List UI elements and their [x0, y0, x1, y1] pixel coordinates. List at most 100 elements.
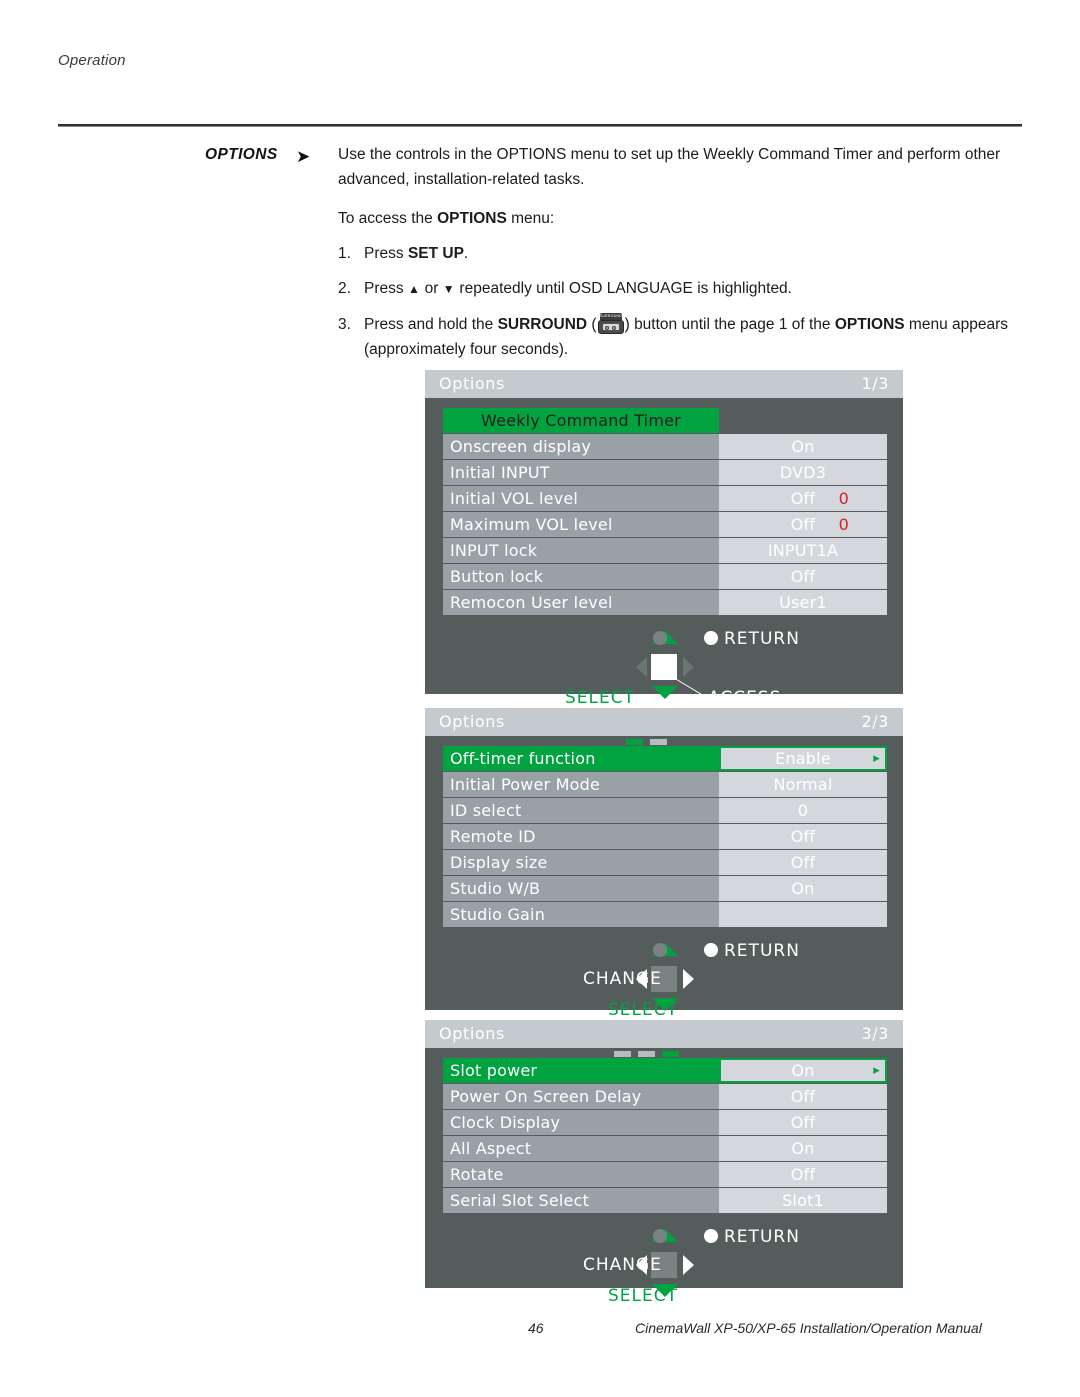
- row-value: INPUT1A: [719, 538, 887, 563]
- table-row[interactable]: Onscreen display On: [443, 434, 887, 459]
- nav-dot-gray-icon: [653, 631, 667, 645]
- table-row[interactable]: Initial VOL level Off 0: [443, 486, 887, 511]
- row-label: Off-timer function: [443, 746, 719, 771]
- osd-panel-options-page-1[interactable]: Options 1/3 Weekly Command Timer Onscree…: [425, 370, 903, 708]
- surround-button-icon: SURROUND: [597, 313, 624, 334]
- running-head: Operation: [58, 52, 126, 69]
- osd-title-2: Options: [439, 712, 505, 731]
- dpad-center-square-icon[interactable]: [651, 654, 677, 680]
- step-2-pre: Press: [364, 280, 408, 297]
- surround-button-dot-left: [604, 325, 609, 330]
- row-value: Slot1: [719, 1188, 887, 1213]
- row-label: All Aspect: [443, 1136, 719, 1161]
- chevron-right-icon: ▸: [873, 1063, 880, 1078]
- up-arrow-icon: ▲: [407, 282, 421, 296]
- row-value[interactable]: On ▸: [719, 1058, 887, 1083]
- row-label: Slot power: [443, 1058, 719, 1083]
- osd-title-bar-2: Options 2/3: [425, 708, 903, 736]
- step-2-mid: or: [420, 280, 443, 297]
- step-1-post: .: [463, 245, 469, 262]
- step-3-number: 3.: [338, 316, 351, 333]
- nav-dot-white-icon: [704, 1229, 718, 1243]
- row-label: Initial VOL level: [443, 486, 719, 511]
- row-label: Remocon User level: [443, 590, 719, 615]
- body-copy: Use the controls in the OPTIONS menu to …: [338, 142, 1028, 372]
- table-row[interactable]: Initial Power Mode Normal: [443, 772, 887, 797]
- dpad-down-arrow-icon[interactable]: [652, 686, 678, 699]
- row-value[interactable]: Enable ▸: [719, 746, 887, 771]
- table-row[interactable]: All Aspect On: [443, 1136, 887, 1161]
- table-row[interactable]: Power On Screen Delay Off: [443, 1084, 887, 1109]
- row-label: Clock Display: [443, 1110, 719, 1135]
- row-value: Normal: [719, 772, 887, 797]
- table-row-selected[interactable]: Off-timer function Enable ▸: [443, 746, 887, 771]
- dpad-right-arrow-icon[interactable]: [683, 1255, 694, 1275]
- table-row[interactable]: Display size Off: [443, 850, 887, 875]
- table-row[interactable]: Rotate Off: [443, 1162, 887, 1187]
- step-2: 2. Press ▲ or ▼ repeatedly until OSD LANG…: [338, 276, 1028, 302]
- header-rule: [58, 124, 1022, 127]
- step-1-bold: SET UP: [407, 245, 464, 262]
- row-value: On: [719, 876, 887, 901]
- table-row[interactable]: Maximum VOL level Off 0: [443, 512, 887, 537]
- step-3-mid: button until the page 1 of the: [634, 316, 835, 333]
- row-label: ID select: [443, 798, 719, 823]
- row-value: On: [719, 434, 887, 459]
- row-label: Initial Power Mode: [443, 772, 719, 797]
- table-row-selected[interactable]: Slot power On ▸: [443, 1058, 887, 1083]
- row-label: Studio Gain: [443, 902, 719, 927]
- intro-paragraph: Use the controls in the OPTIONS menu to …: [338, 146, 1001, 188]
- step-3-paren-close: ): [624, 316, 635, 333]
- row-value: Off: [719, 824, 887, 849]
- table-row[interactable]: Serial Slot Select Slot1: [443, 1188, 887, 1213]
- footer-page-number: 46: [528, 1320, 544, 1336]
- osd-header-row-label: Weekly Command Timer: [443, 408, 719, 433]
- osd-header-row-weekly-command-timer[interactable]: Weekly Command Timer: [443, 408, 887, 433]
- row-label: Button lock: [443, 564, 719, 589]
- nav-change-label: CHANGE: [583, 969, 662, 989]
- nav-select-label: SELECT: [608, 1286, 678, 1306]
- row-value-text: Off: [790, 489, 816, 508]
- table-row[interactable]: Clock Display Off: [443, 1110, 887, 1135]
- page-dot-1: [613, 1051, 631, 1057]
- row-value: On: [719, 1136, 887, 1161]
- osd-title-bar-3: Options 3/3: [425, 1020, 903, 1048]
- table-row[interactable]: INPUT lock INPUT1A: [443, 538, 887, 563]
- row-value: User1: [719, 590, 887, 615]
- step-3-bold: SURROUND: [497, 316, 588, 333]
- row-value: Off: [719, 1110, 887, 1135]
- nav-change-label: CHANGE: [583, 1255, 662, 1275]
- table-row[interactable]: Studio Gain: [443, 902, 887, 927]
- osd-page-indicator-2: 2/3: [861, 712, 889, 731]
- row-value: 0: [719, 798, 887, 823]
- access-line: To access the OPTIONS menu:: [338, 206, 1028, 231]
- nav-select-label: SELECT: [565, 688, 635, 708]
- step-3-bold-2: OPTIONS: [834, 316, 905, 333]
- steps-list: 1. Press SET UP. 2. Press ▲ or ▼ repeatedl…: [338, 241, 1028, 362]
- down-arrow-icon: ▼: [442, 282, 456, 296]
- row-value: [719, 902, 887, 927]
- table-row[interactable]: Remocon User level User1: [443, 590, 887, 615]
- row-label: Remote ID: [443, 824, 719, 849]
- table-row[interactable]: Studio W/B On: [443, 876, 887, 901]
- row-label: Serial Slot Select: [443, 1188, 719, 1213]
- step-2-number: 2.: [338, 280, 351, 297]
- osd-panel-options-page-3[interactable]: Options 3/3 Slot power On ▸ Power On Scre…: [425, 1020, 903, 1306]
- table-row[interactable]: Initial INPUT DVD3: [443, 460, 887, 485]
- osd-panel-options-page-2[interactable]: Options 2/3 Off-timer function Enable ▸ I…: [425, 708, 903, 1020]
- table-row[interactable]: ID select 0: [443, 798, 887, 823]
- osd-rows-1: Weekly Command Timer Onscreen display On…: [443, 408, 887, 615]
- osd-title-bar-1: Options 1/3: [425, 370, 903, 398]
- step-2-post: repeatedly until OSD LANGUAGE is highlig…: [455, 280, 792, 297]
- step-3: 3. Press and hold the SURROUND (SURROUND)…: [338, 312, 1028, 362]
- dpad-right-arrow-icon[interactable]: [683, 969, 694, 989]
- nav-return-label: RETURN: [724, 1227, 800, 1247]
- table-row[interactable]: Remote ID Off: [443, 824, 887, 849]
- step-3-pre: Press and hold the: [364, 316, 498, 333]
- table-row[interactable]: Button lock Off: [443, 564, 887, 589]
- surround-button-cap-label: SURROUND: [599, 313, 622, 320]
- dpad-right-arrow-icon[interactable]: [683, 657, 694, 677]
- nav-dot-gray-icon: [653, 943, 667, 957]
- dpad-left-arrow-icon[interactable]: [636, 657, 647, 677]
- row-value: Off: [719, 850, 887, 875]
